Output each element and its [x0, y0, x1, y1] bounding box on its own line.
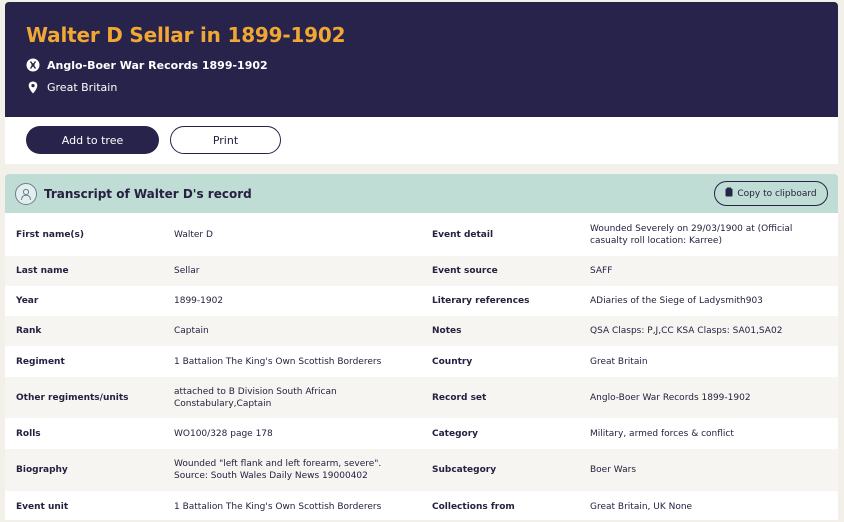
collection-row: Anglo-Boer War Records 1899-1902 [26, 58, 817, 72]
field-label: Rank [16, 326, 42, 336]
field-label: Event detail [432, 229, 494, 240]
location-name: Great Britain [47, 80, 118, 94]
copy-label: Copy to clipboard [737, 188, 817, 199]
transcript-header: Transcript of Walter D's record Copy to … [5, 174, 838, 213]
transcript-panel: Transcript of Walter D's record Copy to … [5, 174, 838, 520]
field-value: 1 Battalion The King's Own Scottish Bord… [174, 501, 382, 512]
field-label: Other regiments/units [16, 392, 129, 403]
field-label: Collections from [432, 501, 515, 512]
table-row: Last name Sellar Event source SAFF [5, 256, 838, 286]
field-value: ADiaries of the Siege of Ladysmith903 [590, 296, 763, 306]
field-label: First name(s) [16, 229, 85, 240]
field-value: Great Britain, UK None [590, 501, 693, 512]
field-label: Notes [432, 326, 462, 336]
table-row: Rank Captain Notes QSA Clasps: P,J,CC KSA C… [5, 316, 838, 346]
table-row: First name(s) Walter D Event detail Wounded… [5, 213, 838, 256]
copy-to-clipboard-button[interactable]: Copy to clipboard [714, 181, 828, 206]
collection-name[interactable]: Anglo-Boer War Records 1899-1902 [47, 59, 268, 72]
field-value: Captain [174, 326, 209, 336]
field-value: Sellar [174, 266, 200, 276]
field-value: 1 Battalion The King's Own Scottish Bord… [174, 356, 382, 367]
field-label: Event unit [16, 501, 69, 512]
page-title: Walter D Sellar in 1899-1902 [26, 23, 346, 47]
action-bar: Add to tree Print [5, 117, 838, 164]
field-value: SAFF [590, 266, 613, 276]
transcript-title: Transcript of Walter D's record [44, 186, 252, 201]
field-label: Literary references [432, 296, 530, 306]
field-label: Rolls [16, 428, 41, 439]
table-row: Regiment 1 Battalion The King's Own Scott… [5, 346, 838, 377]
table-row: Biography Wounded "left flank and left fo… [5, 449, 838, 491]
record-header: Walter D Sellar in 1899-1902 Anglo-Boer … [5, 2, 838, 117]
field-value: QSA Clasps: P,J,CC KSA Clasps: SA01,SA02 [590, 326, 783, 336]
field-value: Anglo-Boer War Records 1899-1902 [590, 392, 751, 403]
table-row: Event unit 1 Battalion The King's Own Sco… [5, 491, 838, 520]
field-value: Wounded "left flank and left forearm, se… [174, 459, 382, 481]
field-label: Last name [16, 266, 69, 276]
field-value: attached to B Division South African Con… [174, 386, 337, 409]
field-label: Year [16, 296, 39, 306]
map-pin-icon [26, 80, 40, 94]
add-to-tree-button[interactable]: Add to tree [26, 126, 159, 154]
field-value: Great Britain [590, 356, 648, 367]
field-value: Boer Wars [590, 465, 637, 475]
print-button[interactable]: Print [170, 126, 281, 154]
field-label: Event source [432, 266, 498, 276]
clipboard-icon [725, 187, 733, 200]
field-label: Record set [432, 392, 487, 403]
field-value: WO100/328 page 178 [174, 428, 273, 439]
field-value: Military, armed forces & conflict [590, 428, 734, 439]
location-row: Great Britain [26, 80, 817, 94]
field-label: Biography [16, 465, 68, 475]
table-row: Other regiments/units attached to B Divis… [5, 377, 838, 418]
table-row: Rolls WO100/328 page 178 Category Military,… [5, 418, 838, 449]
transcript-table: First name(s) Walter D Event detail Wounded… [5, 213, 838, 520]
war-records-badge-icon [26, 58, 40, 72]
field-label: Subcategory [432, 465, 497, 475]
field-label: Regiment [16, 356, 65, 367]
field-label: Category [432, 428, 479, 439]
field-label: Country [432, 356, 473, 367]
table-row: Year 1899-1902 Literary references ADiaries… [5, 286, 838, 316]
person-portrait-icon [15, 182, 37, 205]
field-value: Walter D [174, 229, 213, 240]
field-value: Wounded Severely on 29/03/1900 at (Offic… [590, 223, 793, 246]
field-value: 1899-1902 [174, 296, 224, 306]
